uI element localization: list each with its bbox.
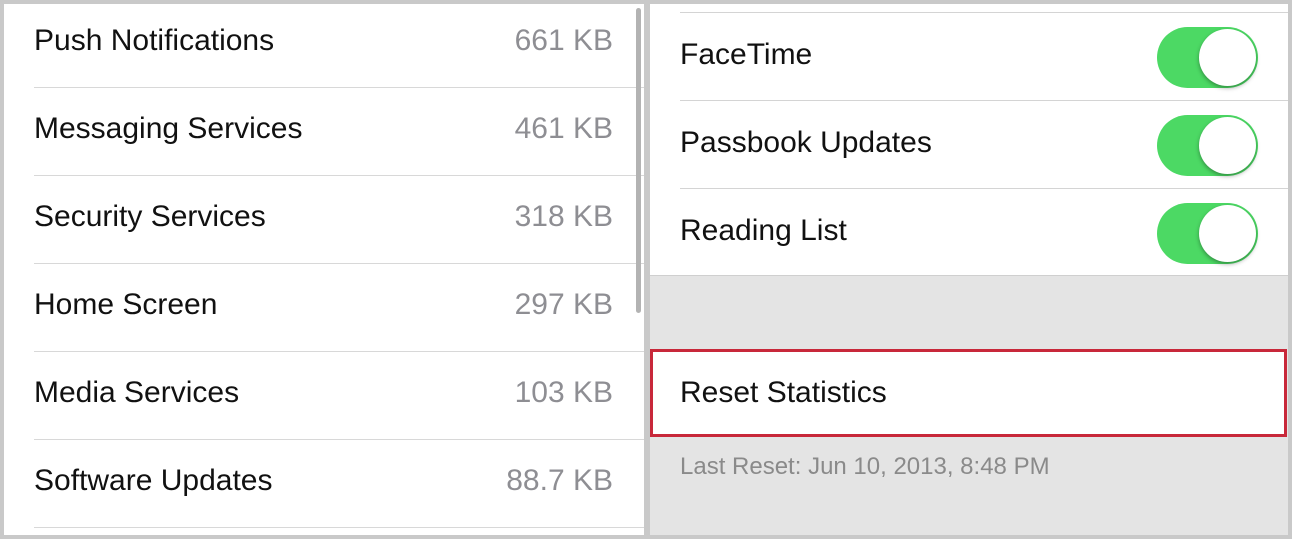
settings-panel: FaceTime Passbook Updates Reading List R…: [650, 4, 1288, 535]
usage-value: 318 KB: [514, 200, 613, 233]
usage-label: Home Screen: [34, 288, 218, 321]
toggle-knob: [1199, 117, 1256, 174]
usage-list-panel: Push Notifications 661 KB Messaging Servi…: [4, 4, 644, 535]
toggle-list: FaceTime Passbook Updates Reading List: [650, 4, 1288, 276]
scrollbar[interactable]: [636, 8, 641, 313]
usage-value: 88.7 KB: [506, 464, 613, 497]
toggle-knob: [1199, 205, 1256, 262]
usage-row[interactable]: Media Services 103 KB: [34, 352, 644, 440]
usage-row[interactable]: Security Services 318 KB: [34, 176, 644, 264]
usage-label: Push Notifications: [34, 24, 275, 57]
usage-row[interactable]: Messaging Services 461 KB: [34, 88, 644, 176]
passbook-toggle[interactable]: [1157, 115, 1258, 176]
usage-row[interactable]: Push Notifications 661 KB: [34, 4, 644, 88]
reset-label: Reset Statistics: [680, 376, 887, 409]
last-reset-text: Last Reset: Jun 10, 2013, 8:48 PM: [680, 453, 1050, 480]
usage-value: 103 KB: [514, 376, 613, 409]
usage-value: 297 KB: [514, 288, 613, 321]
toggle-row-facetime: FaceTime: [680, 12, 1288, 100]
usage-label: Media Services: [34, 376, 240, 409]
usage-row[interactable]: Software Updates 88.7 KB: [34, 440, 644, 528]
usage-label: Security Services: [34, 200, 266, 233]
toggle-label: Reading List: [680, 214, 847, 247]
reading-list-toggle[interactable]: [1157, 203, 1258, 264]
toggle-row-passbook: Passbook Updates: [680, 100, 1288, 188]
usage-value: 461 KB: [514, 112, 613, 145]
usage-label: Messaging Services: [34, 112, 303, 145]
toggle-knob: [1199, 29, 1256, 86]
usage-row[interactable]: Home Screen 297 KB: [34, 264, 644, 352]
usage-label: Software Updates: [34, 464, 273, 497]
toggle-row-reading-list: Reading List: [680, 188, 1288, 276]
facetime-toggle[interactable]: [1157, 27, 1258, 88]
toggle-label: FaceTime: [680, 38, 813, 71]
usage-value: 661 KB: [514, 24, 613, 57]
reset-statistics-button[interactable]: Reset Statistics: [650, 349, 1287, 437]
toggle-label: Passbook Updates: [680, 126, 932, 159]
